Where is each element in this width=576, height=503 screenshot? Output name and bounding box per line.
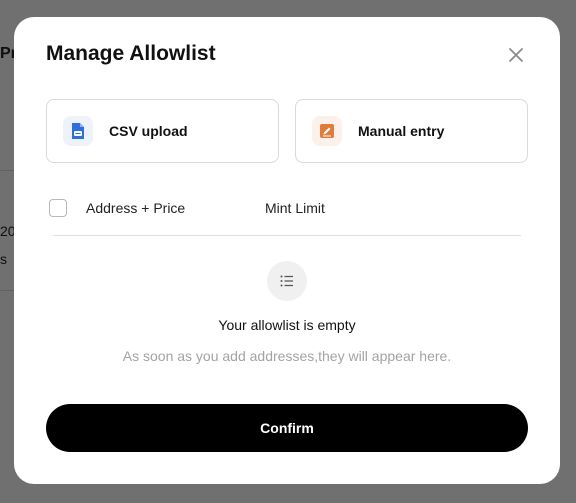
csv-file-icon <box>63 116 93 146</box>
edit-note-icon <box>312 116 342 146</box>
manual-entry-option[interactable]: Manual entry <box>295 99 528 163</box>
csv-upload-label: CSV upload <box>109 123 188 139</box>
column-header-address-price: Address + Price <box>86 200 186 216</box>
list-icon <box>267 261 307 301</box>
modal-title: Manage Allowlist <box>46 42 216 65</box>
select-all-checkbox[interactable] <box>49 199 67 217</box>
close-button[interactable] <box>504 43 528 67</box>
allowlist-table-header: Address + Price Mint Limit <box>46 197 522 219</box>
csv-upload-option[interactable]: CSV upload <box>46 99 279 163</box>
empty-state-title: Your allowlist is empty <box>218 317 356 333</box>
close-icon <box>509 48 523 62</box>
column-header-mint-limit: Mint Limit <box>265 200 325 216</box>
manage-allowlist-modal: Manage Allowlist CSV upload Manual entry <box>14 17 560 484</box>
empty-state-subtitle: As soon as you add addresses,they will a… <box>122 348 452 364</box>
manual-entry-label: Manual entry <box>358 123 445 139</box>
table-divider <box>53 235 521 236</box>
confirm-button[interactable]: Confirm <box>46 404 528 452</box>
